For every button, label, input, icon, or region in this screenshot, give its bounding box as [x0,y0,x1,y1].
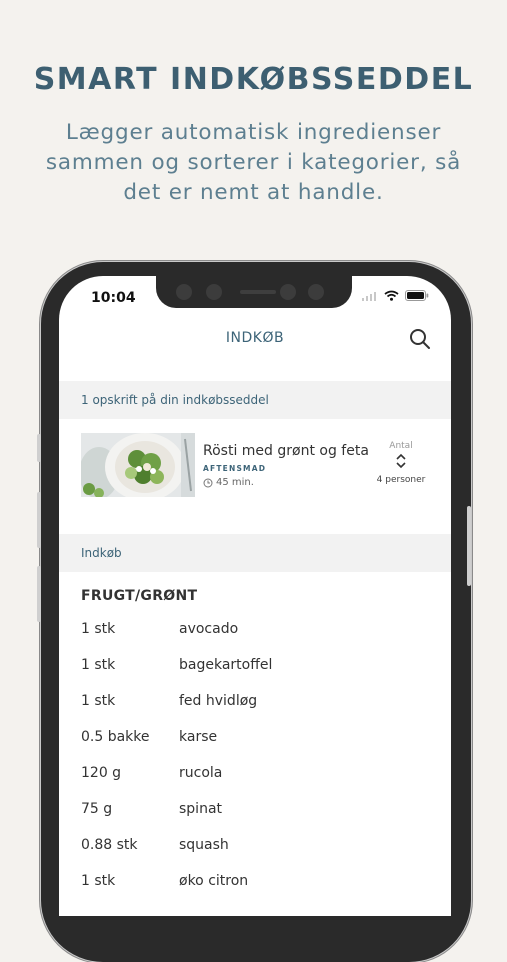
recipe-category-tag: AFTENSMAD [203,464,267,473]
list-item[interactable]: 120 g rucola [81,765,431,785]
item-name: fed hvidløg [179,693,258,709]
wifi-icon [384,290,399,301]
nav-bar: INDKØB [59,318,451,362]
promo-subtitle-line: Lægger automatisk ingredienser [65,120,442,145]
recipe-time: 45 min. [203,477,254,488]
notch [156,276,352,308]
promo-subtitle-line: sammen og sorterer i kategorier, så [45,150,462,175]
promo-title: SMART INDKØBSSEDDEL [33,62,474,97]
mute-switch [37,434,41,462]
status-icons [362,290,429,301]
item-quantity: 1 stk [81,621,116,637]
servings-value: 4 personer [376,475,426,485]
power-button [467,506,471,586]
status-time: 10:04 [91,290,136,306]
item-name: rucola [179,765,223,781]
shopping-section-header: Indkøb [59,534,451,572]
category-title: FRUGT/GRØNT [81,588,198,604]
search-icon[interactable] [409,328,431,350]
volume-up-button [37,492,41,548]
list-item[interactable]: 1 stk øko citron [81,873,431,893]
volume-down-button [37,566,41,622]
recipe-time-label: 45 min. [216,477,254,488]
item-name: karse [179,729,218,745]
list-item[interactable]: 1 stk fed hvidløg [81,693,431,713]
servings-stepper[interactable]: Antal 4 personer [371,441,431,485]
sensor [308,284,324,300]
camera [280,284,296,300]
recipe-image [81,433,195,497]
promo-subtitle-line: det er nemt at handle. [123,180,384,205]
recipe-item[interactable]: Rösti med grønt og feta AFTENSMAD 45 min… [81,433,431,499]
item-quantity: 1 stk [81,657,116,673]
recipe-name: Rösti med grønt og feta [203,443,369,459]
sensor [206,284,222,300]
signal-icon [362,291,376,301]
clock-icon [203,478,213,487]
list-item[interactable]: 1 stk avocado [81,621,431,641]
app-screen: 10:04 INDKØB 1 opskrift på din indkøbsse… [59,276,451,916]
item-quantity: 1 stk [81,693,116,709]
list-item[interactable]: 75 g spinat [81,801,431,821]
item-name: avocado [179,621,239,637]
speaker [240,290,276,294]
item-name: spinat [179,801,223,817]
battery-icon [405,290,429,301]
item-name: øko citron [179,873,249,889]
up-down-chevron-icon[interactable] [395,453,407,469]
recipes-section-header: 1 opskrift på din indkøbsseddel [59,381,451,419]
item-quantity: 120 g [81,765,122,781]
page-title: INDKØB [225,330,285,346]
list-item[interactable]: 0.88 stk squash [81,837,431,857]
list-item[interactable]: 0.5 bakke karse [81,729,431,749]
item-quantity: 1 stk [81,873,116,889]
promo-subtitle: Lægger automatisk ingredienser sammen og… [30,118,477,208]
item-quantity: 75 g [81,801,113,817]
sensor [176,284,192,300]
item-quantity: 0.88 stk [81,837,138,853]
item-name: squash [179,837,229,853]
item-name: bagekartoffel [179,657,273,673]
list-item[interactable]: 1 stk bagekartoffel [81,657,431,677]
servings-label: Antal [389,441,413,451]
item-quantity: 0.5 bakke [81,729,150,745]
